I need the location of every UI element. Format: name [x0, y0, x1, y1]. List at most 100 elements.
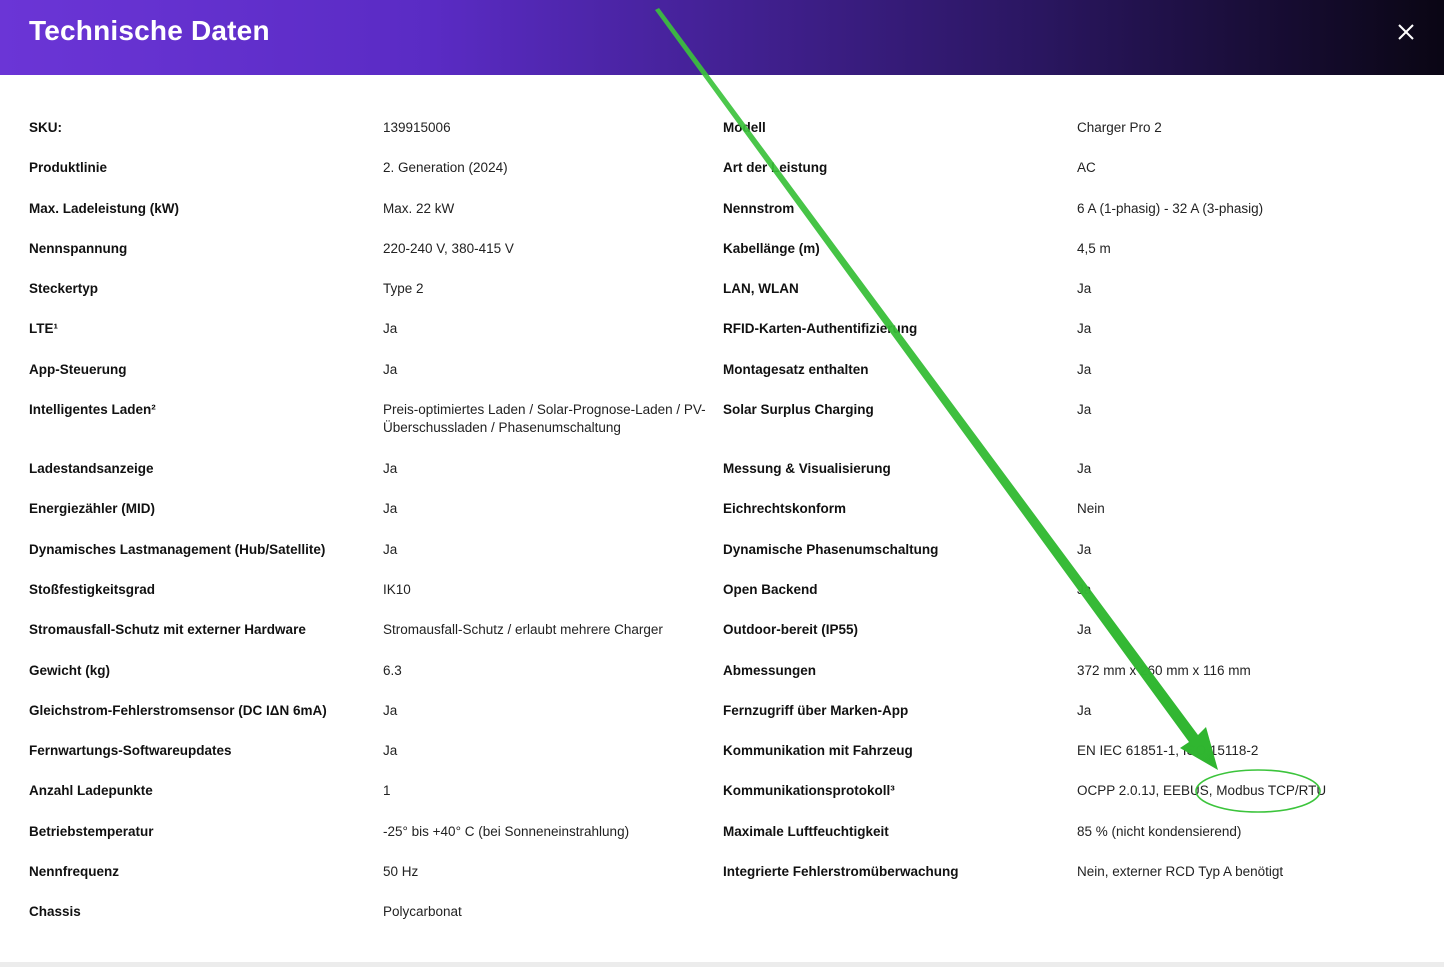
- spec-value: -25° bis +40° C (bei Sonneneinstrahlung): [383, 823, 630, 839]
- spec-label: Nennstrom: [723, 200, 795, 216]
- spec-value: Ja: [383, 501, 398, 517]
- spec-value: Ja: [1077, 461, 1092, 477]
- spec-value: Ja: [383, 541, 398, 557]
- spec-value: Ja: [1077, 541, 1092, 557]
- spec-value: Charger Pro 2: [1077, 120, 1162, 135]
- spec-label: Ladestandsanzeige: [29, 461, 154, 477]
- spec-value: Ja: [1077, 581, 1092, 597]
- spec-label: Steckertyp: [29, 281, 99, 297]
- spec-label: Gewicht (kg): [29, 662, 111, 678]
- spec-label: RFID-Karten-Authentifizierung: [723, 321, 918, 337]
- spec-row: Nennspannung 220-240 V, 380-415 V Kabell…: [29, 233, 1429, 273]
- modal-header: Technische Daten: [0, 0, 1444, 75]
- spec-label: Stromausfall-Schutz mit externer Hardwar…: [29, 622, 306, 638]
- spec-label: Messung & Visualisierung: [723, 461, 891, 477]
- spec-row: Chassis Polycarbonat: [29, 896, 1429, 936]
- spec-label: Art der Leistung: [723, 160, 828, 176]
- spec-value: Type 2: [383, 281, 424, 297]
- spec-value: 6 A (1-phasig) - 32 A (3-phasig): [1077, 200, 1264, 216]
- spec-label: Energiezähler (MID): [29, 501, 156, 517]
- spec-table: SKU: 139915006 Modell Charger Pro 2 Prod…: [29, 112, 1429, 937]
- spec-value: 85 % (nicht kondensierend): [1077, 823, 1242, 839]
- spec-row: App-Steuerung Ja Montagesatz enthalten J…: [29, 354, 1429, 394]
- spec-label: Fernwartungs-Softwareupdates: [29, 743, 232, 759]
- spec-label: Maximale Luftfeuchtigkeit: [723, 823, 889, 839]
- spec-label: Max. Ladeleistung (kW): [29, 200, 180, 216]
- spec-value: 50 Hz: [383, 864, 419, 880]
- spec-value: 2. Generation (2024): [383, 160, 508, 176]
- spec-label: Produktlinie: [29, 160, 108, 176]
- spec-label: App-Steuerung: [29, 361, 127, 377]
- modal-title: Technische Daten: [29, 15, 270, 46]
- spec-value: Stromausfall-Schutz / erlaubt mehrere Ch…: [383, 622, 663, 638]
- spec-row: Anzahl Ladepunkte 1 Kommunikationsprotok…: [29, 775, 1429, 815]
- spec-label: Kabellänge (m): [723, 240, 820, 256]
- spec-label: Stoßfestigkeitsgrad: [29, 581, 156, 597]
- spec-label: Solar Surplus Charging: [723, 402, 874, 418]
- spec-row: SKU: 139915006 Modell Charger Pro 2: [29, 112, 1429, 152]
- spec-value: Ja: [383, 321, 398, 337]
- spec-row: Nennfrequenz 50 Hz Integrierte Fehlerstr…: [29, 856, 1429, 896]
- spec-label: Nennspannung: [29, 240, 128, 256]
- spec-row: Stromausfall-Schutz mit externer Hardwar…: [29, 614, 1429, 654]
- spec-value: 6.3: [383, 662, 402, 678]
- spec-row: Stoßfestigkeitsgrad IK10 Open Backend Ja: [29, 574, 1429, 614]
- spec-label: Outdoor-bereit (IP55): [723, 622, 859, 638]
- spec-label: Dynamische Phasenumschaltung: [723, 541, 939, 557]
- spec-label: Kommunikation mit Fahrzeug: [723, 743, 913, 759]
- spec-row: Dynamisches Lastmanagement (Hub/Satellit…: [29, 534, 1429, 574]
- spec-label: Montagesatz enthalten: [723, 361, 869, 377]
- spec-row: Steckertyp Type 2 LAN, WLAN Ja: [29, 273, 1429, 313]
- spec-row: LTE¹ Ja RFID-Karten-Authentifizierung Ja: [29, 313, 1429, 353]
- spec-value: OCPP 2.0.1J, EEBUS, Modbus TCP/RTU: [1077, 783, 1327, 799]
- close-button[interactable]: [1392, 18, 1420, 46]
- spec-value: Ja: [1077, 622, 1092, 638]
- spec-row: Gleichstrom-Fehlerstromsensor (DC IΔN 6m…: [29, 695, 1429, 735]
- spec-label: LTE¹: [29, 321, 58, 337]
- spec-value: 139915006: [383, 120, 451, 135]
- spec-value: 4,5 m: [1077, 240, 1111, 256]
- spec-label: Integrierte Fehlerstromüberwachung: [723, 864, 959, 880]
- spec-label: LAN, WLAN: [723, 281, 799, 297]
- spec-value: Ja: [383, 743, 398, 759]
- spec-value: 1: [383, 783, 391, 799]
- spec-label: Abmessungen: [723, 662, 817, 678]
- spec-label: Kommunikationsprotokoll³: [723, 783, 895, 799]
- tech-data-modal: Technische Daten SKU: 139915006 Modell C…: [0, 0, 1444, 967]
- spec-row: Ladestandsanzeige Ja Messung & Visualisi…: [29, 453, 1429, 493]
- spec-label: Fernzugriff über Marken-App: [723, 702, 909, 718]
- spec-label: Nennfrequenz: [29, 864, 120, 880]
- modal-bottom-divider: [0, 962, 1444, 967]
- spec-label: Intelligentes Laden²: [29, 402, 156, 418]
- spec-value: Ja: [1077, 321, 1092, 337]
- spec-row: Energiezähler (MID) Ja Eichrechtskonform…: [29, 493, 1429, 533]
- spec-value: Ja: [1077, 361, 1092, 377]
- spec-value: Preis-optimiertes Laden / Solar-Prognose…: [383, 402, 706, 436]
- spec-value: 372 mm x 260 mm x 116 mm: [1077, 662, 1251, 678]
- close-icon: [1398, 24, 1414, 40]
- spec-label: Chassis: [29, 904, 81, 920]
- spec-row: Produktlinie 2. Generation (2024) Art de…: [29, 152, 1429, 192]
- spec-label: Modell: [723, 120, 766, 135]
- spec-value: AC: [1077, 160, 1096, 176]
- spec-value: Ja: [383, 461, 398, 477]
- spec-label: Dynamisches Lastmanagement (Hub/Satellit…: [29, 541, 326, 557]
- spec-row: Fernwartungs-Softwareupdates Ja Kommunik…: [29, 735, 1429, 775]
- spec-value: Nein, externer RCD Typ A benötigt: [1077, 864, 1284, 880]
- spec-row: Intelligentes Laden² Preis-optimiertes L…: [29, 394, 1429, 453]
- spec-label: Anzahl Ladepunkte: [29, 783, 153, 799]
- spec-row: Gewicht (kg) 6.3 Abmessungen 372 mm x 26…: [29, 655, 1429, 695]
- spec-value: Ja: [383, 702, 398, 718]
- spec-value: Ja: [383, 361, 398, 377]
- spec-label: SKU:: [29, 120, 62, 135]
- spec-label: Betriebstemperatur: [29, 823, 154, 839]
- spec-row: Betriebstemperatur -25° bis +40° C (bei …: [29, 816, 1429, 856]
- spec-value: Polycarbonat: [383, 904, 462, 920]
- spec-value: Ja: [1077, 702, 1092, 718]
- spec-label: Gleichstrom-Fehlerstromsensor (DC IΔN 6m…: [29, 702, 327, 718]
- spec-label: Open Backend: [723, 581, 818, 597]
- spec-label: Eichrechtskonform: [723, 501, 847, 517]
- spec-value: Ja: [1077, 402, 1092, 418]
- spec-value: EN IEC 61851-1, ISO 15118-2: [1077, 743, 1259, 759]
- spec-value: Max. 22 kW: [383, 200, 455, 216]
